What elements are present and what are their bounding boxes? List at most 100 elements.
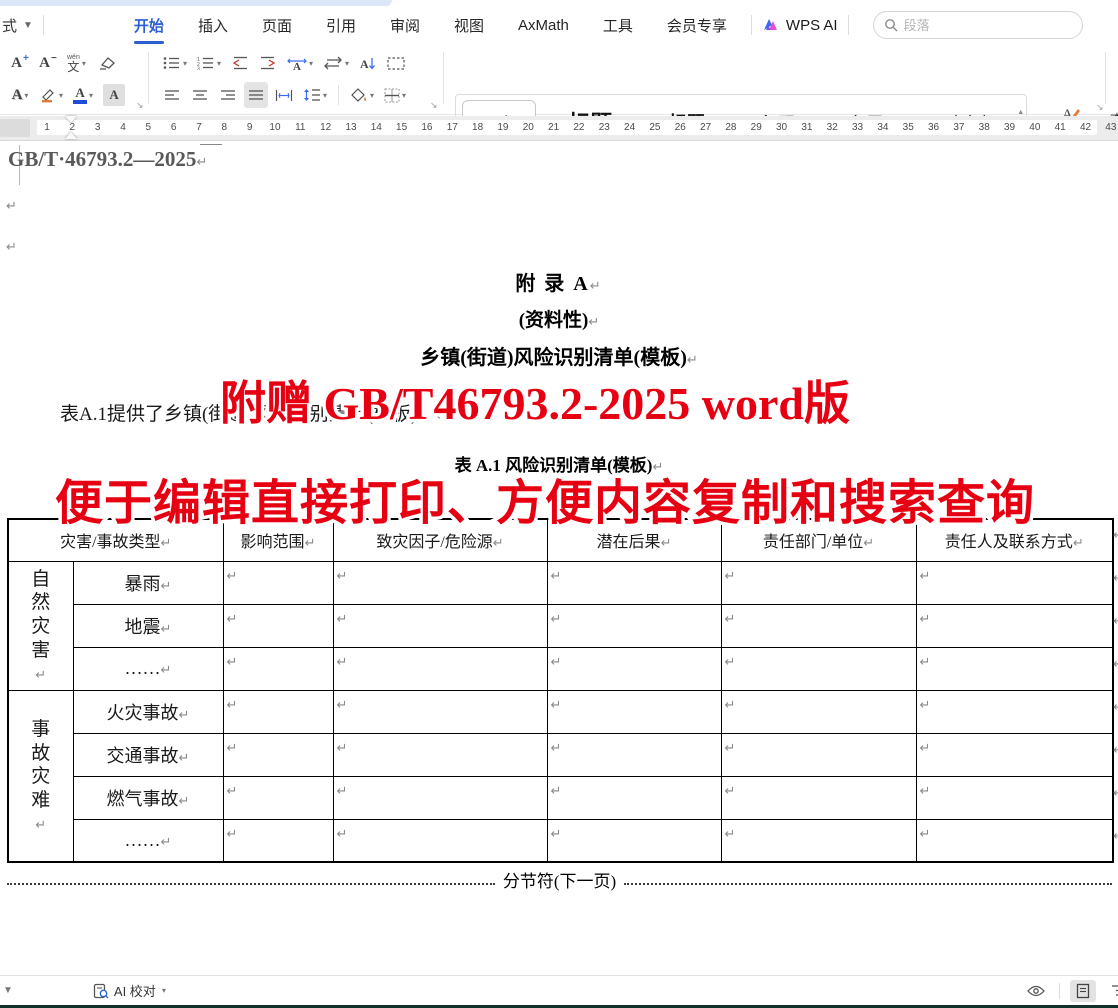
page-view-button[interactable] [1070,980,1096,1002]
line-spacing-button[interactable]: ▾ [300,82,330,108]
empty-cell[interactable]: ↵ [333,604,547,647]
tab-member[interactable]: 会员专享 [665,9,729,42]
tab-tools[interactable]: 工具 [601,9,635,42]
increase-font-button[interactable]: A+ [8,50,32,76]
empty-cell[interactable]: ↵ [223,690,333,733]
empty-cell[interactable]: ↵ [916,690,1113,733]
empty-cell[interactable]: ↵ [547,647,721,690]
text-direction-button[interactable]: ▾ [320,50,352,76]
empty-cell[interactable]: ↵ [333,776,547,819]
empty-cell[interactable]: ↵ [547,819,721,862]
empty-cell[interactable]: ↵ [916,647,1113,690]
truncated-menu-item[interactable]: 式 ▼ [0,15,33,36]
paragraph-group-expander[interactable]: ↘ [430,100,438,111]
ai-proofread-button[interactable]: AI 校对 ▾ [93,981,166,1000]
font-group-expander[interactable]: ↘ [136,100,144,111]
empty-cell[interactable]: ↵ [223,561,333,604]
decrease-indent-button[interactable] [228,50,252,76]
clear-format-button[interactable] [93,50,119,76]
item-rainstorm[interactable]: 暴雨↵ [73,561,223,604]
tab-axmath[interactable]: AxMath [516,11,571,40]
art-text-button[interactable]: A ▾ [8,82,32,108]
empty-cell[interactable]: ↵ [721,604,916,647]
empty-cell[interactable]: ↵ [916,733,1113,776]
item-fire-accident[interactable]: 火灾事故↵ [73,690,223,733]
category-natural-disaster[interactable]: 自然灾害↵ [8,561,73,690]
align-left-button[interactable] [160,82,184,108]
chevron-down-icon: ▾ [162,986,166,995]
empty-cell[interactable]: ↵ [916,819,1113,862]
scroll-up-icon[interactable]: ▲ [1017,109,1024,116]
item-earthquake[interactable]: 地震↵ [73,604,223,647]
appendix-heading[interactable]: 附 录 A↵ [0,267,1118,296]
empty-cell[interactable]: ↵ [721,819,916,862]
tab-home[interactable]: 开始 [132,9,166,42]
empty-cell[interactable]: ↵ [547,604,721,647]
tab-review[interactable]: 审阅 [388,9,422,42]
align-justify-button[interactable] [244,82,268,108]
empty-cell[interactable]: ↵ [223,733,333,776]
empty-cell[interactable]: ↵ [223,819,333,862]
highlight-button[interactable]: ▾ [36,82,66,108]
document-page[interactable]: GB/T·46793.2—2025↵ ↵ ↵ 附 录 A↵ (资料性)↵ 乡镇(… [0,141,1118,975]
horizontal-ruler[interactable]: 1234567891011121314151617181920212223242… [0,116,1118,141]
align-center-button[interactable] [188,82,212,108]
empty-cell[interactable]: ↵ [916,776,1113,819]
pinyin-guide-button[interactable]: wén 文 ▾ [64,50,89,76]
hanging-indent-marker[interactable] [65,132,77,139]
distribute-button[interactable] [272,82,296,108]
first-line-indent-marker[interactable] [65,116,77,123]
doc-standard-number[interactable]: GB/T·46793.2—2025↵ [8,147,207,172]
empty-cell[interactable]: ↵ [223,647,333,690]
item-ellipsis[interactable]: ……↵ [73,819,223,862]
item-gas-accident[interactable]: 燃气事故↵ [73,776,223,819]
item-traffic-accident[interactable]: 交通事故↵ [73,733,223,776]
empty-cell[interactable]: ↵ [916,561,1113,604]
empty-cell[interactable]: ↵ [333,647,547,690]
shading-button[interactable]: ▾ [347,82,377,108]
tab-insert[interactable]: 插入 [196,9,230,42]
font-color-button[interactable]: A ▾ [70,82,96,108]
tab-page[interactable]: 页面 [260,9,294,42]
empty-cell[interactable]: ↵ [916,604,1113,647]
empty-cell[interactable]: ↵ [223,604,333,647]
outline-view-button[interactable] [1106,980,1118,1002]
empty-cell[interactable]: ↵ [547,776,721,819]
empty-cell[interactable]: ↵ [333,819,547,862]
text-frame-button[interactable] [384,50,408,76]
item-ellipsis[interactable]: ……↵ [73,647,223,690]
style-group-expander[interactable]: ↘ [1096,102,1104,113]
char-spacing-button[interactable]: A ▾ [284,50,316,76]
chevron-down-icon[interactable]: ▼ [3,985,13,996]
empty-cell[interactable]: ↵ [547,561,721,604]
numbered-list-button[interactable]: 123 ▾ [194,50,224,76]
eye-toggle-button[interactable] [1023,980,1049,1002]
increase-indent-button[interactable] [256,50,280,76]
empty-cell[interactable]: ↵ [223,776,333,819]
empty-cell[interactable]: ↵ [333,733,547,776]
tab-reference[interactable]: 引用 [324,9,358,42]
search-input[interactable] [904,18,1044,33]
search-box[interactable] [873,11,1083,39]
decrease-font-button[interactable]: A− [36,50,60,76]
tab-view[interactable]: 视图 [452,9,486,42]
appendix-type[interactable]: (资料性)↵ [0,305,1118,332]
empty-cell[interactable]: ↵ [721,733,916,776]
empty-cell[interactable]: ↵ [721,690,916,733]
empty-cell[interactable]: ↵ [721,561,916,604]
empty-cell[interactable]: ↵ [333,690,547,733]
sort-button[interactable]: A [356,50,380,76]
empty-cell[interactable]: ↵ [721,647,916,690]
wps-ai-button[interactable]: WPS AI [762,17,838,34]
empty-cell[interactable]: ↵ [547,733,721,776]
empty-cell[interactable]: ↵ [547,690,721,733]
empty-cell[interactable]: ↵ [721,776,916,819]
appendix-title[interactable]: 乡镇(街道)风险识别清单(模板)↵ [0,341,1118,370]
art-text-icon: A [12,87,23,104]
category-accident-disaster[interactable]: 事故灾难↵ [8,690,73,862]
align-right-button[interactable] [216,82,240,108]
char-shading-button[interactable]: A [100,82,128,108]
borders-button[interactable]: ▾ [381,82,409,108]
empty-cell[interactable]: ↵ [333,561,547,604]
bullet-list-button[interactable]: ▾ [160,50,190,76]
